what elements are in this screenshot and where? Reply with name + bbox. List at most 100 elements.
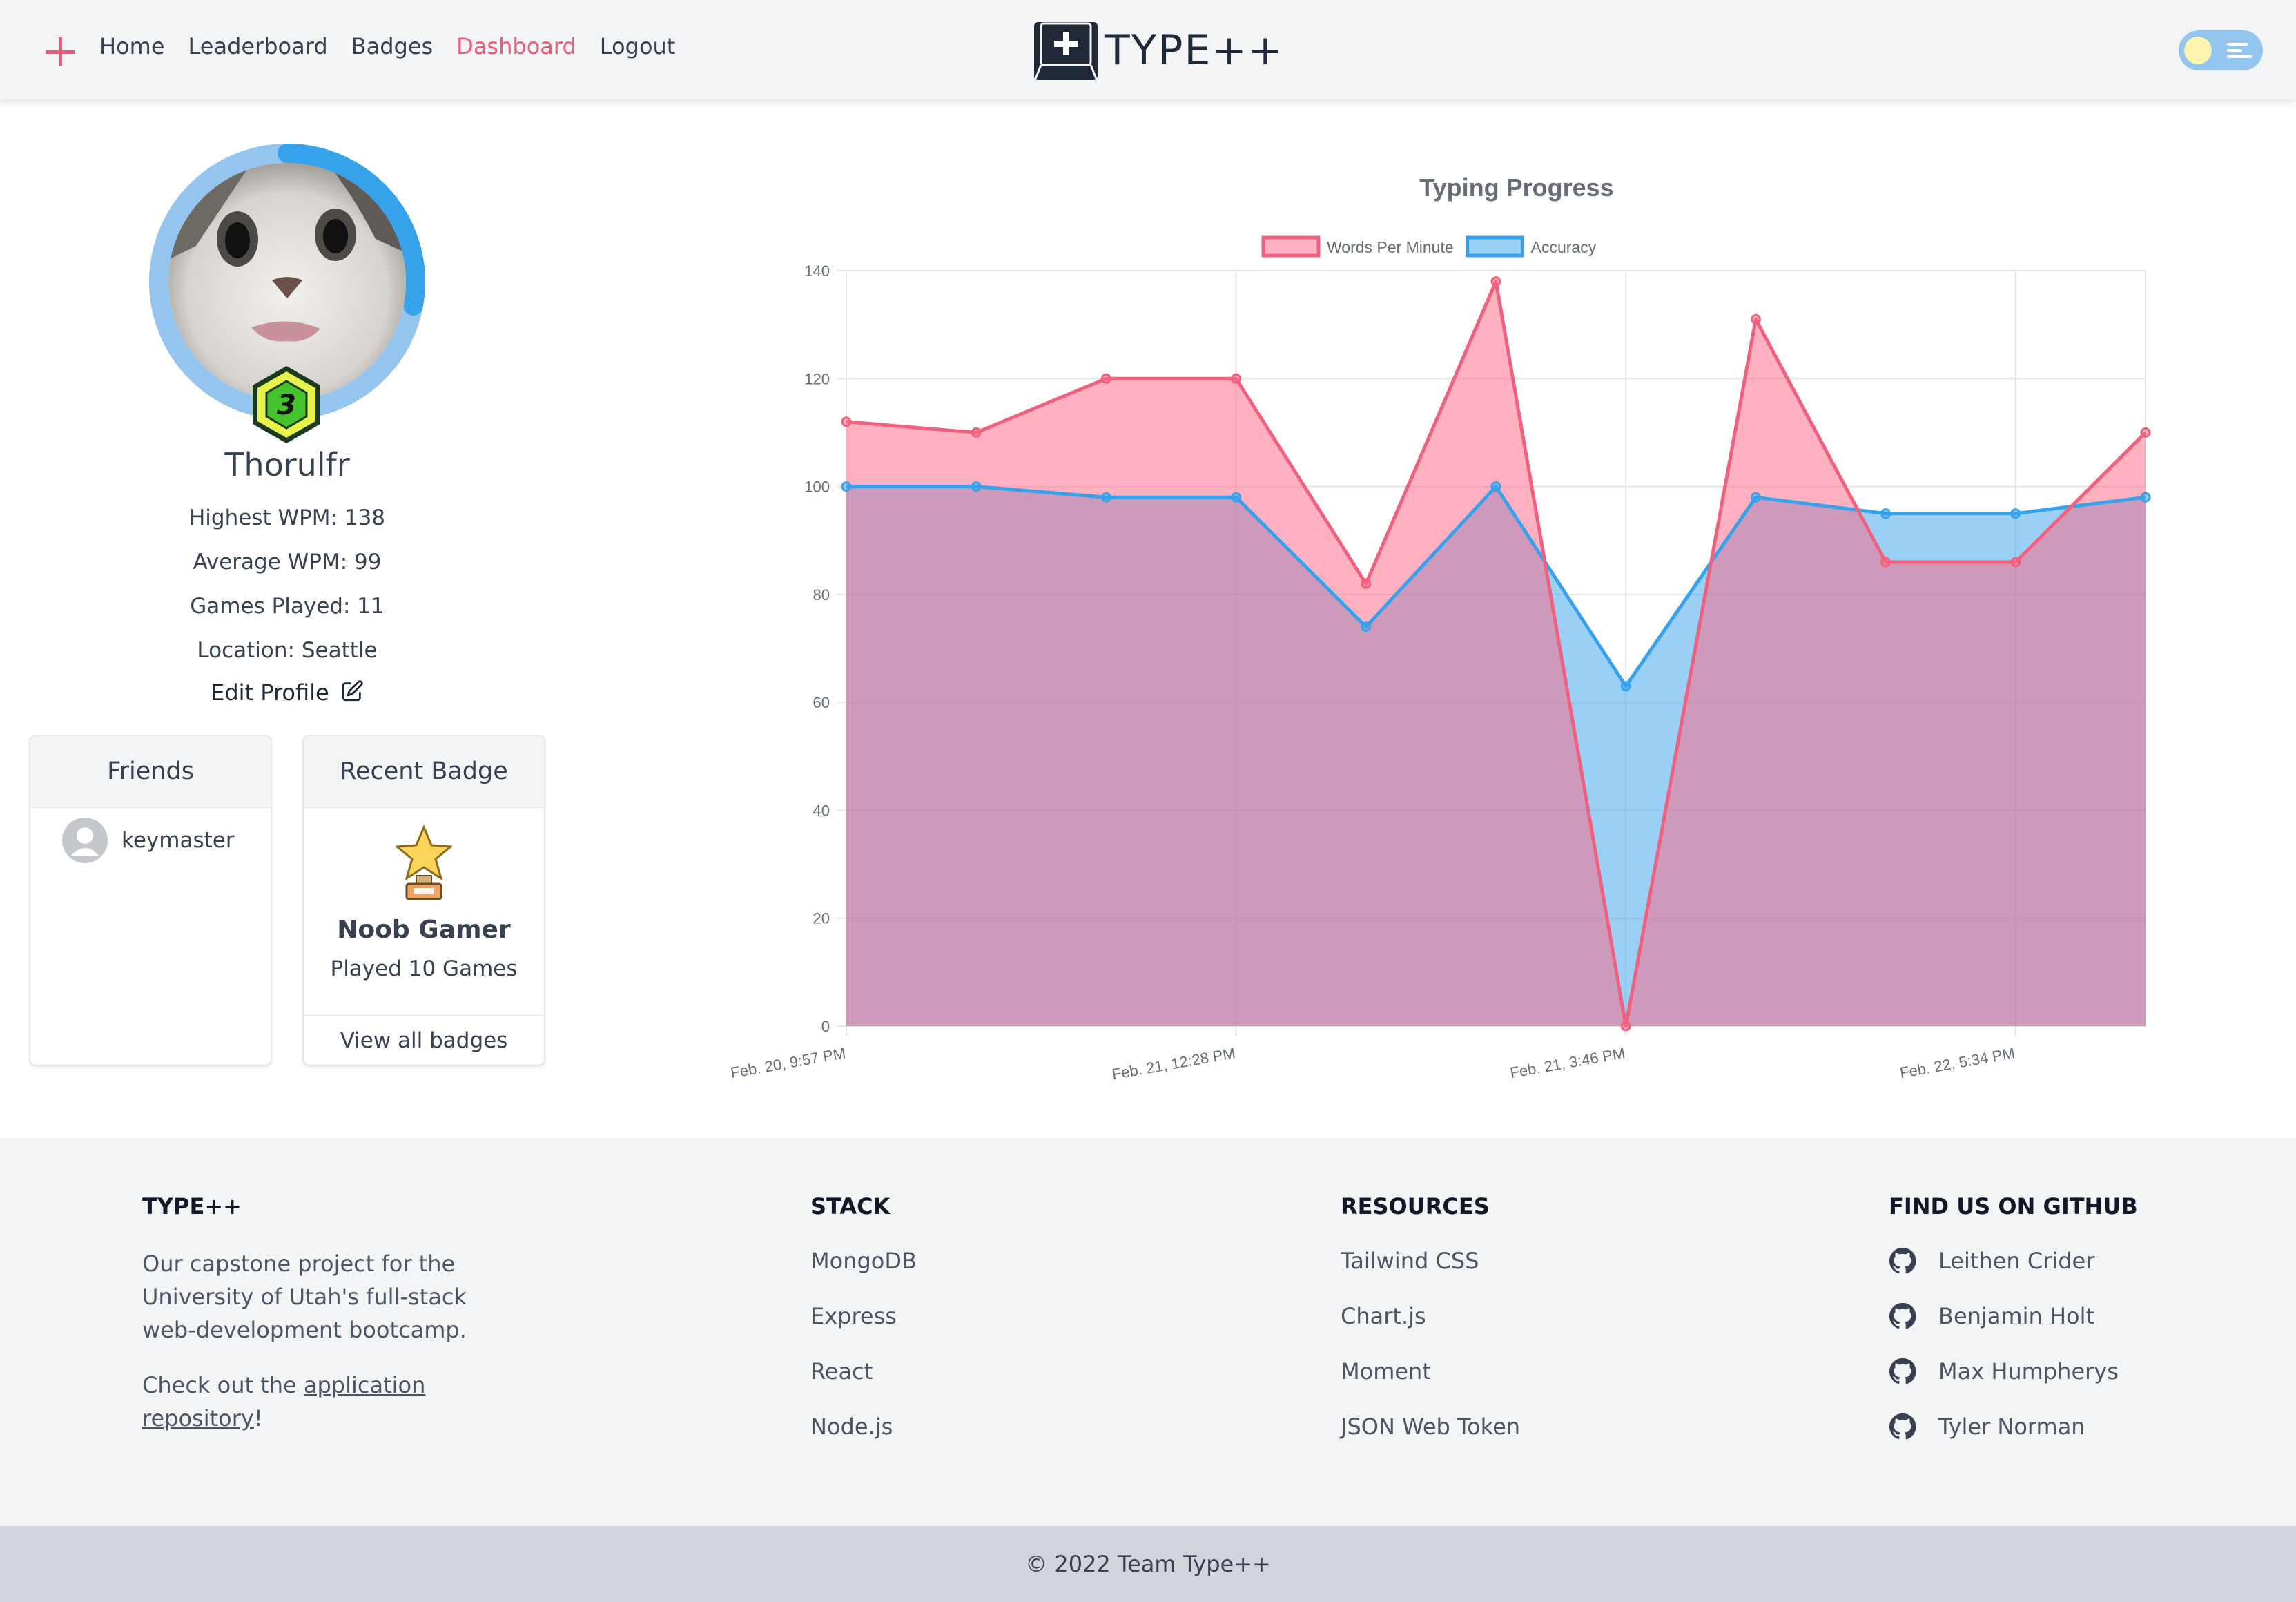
y-tick-label: 60 [813, 694, 830, 711]
plus-icon[interactable] [43, 35, 77, 69]
resource-tailwind[interactable]: Tailwind CSS [1341, 1233, 1520, 1289]
stack-item-mongodb[interactable]: MongoDB [810, 1233, 917, 1289]
friend-item[interactable]: keymaster [30, 808, 271, 863]
nav-link-leaderboard[interactable]: Leaderboard [188, 33, 328, 59]
data-point [2140, 427, 2151, 438]
data-point [1490, 276, 1501, 287]
y-tick-label: 80 [813, 586, 830, 604]
typing-progress-chart: Typing Progress Words Per Minute Accuracy 0… [729, 173, 2151, 1083]
nav-link-home[interactable]: Home [99, 33, 165, 59]
github-link-tyler[interactable]: Tyler Norman [1889, 1399, 2138, 1454]
github-link-leithen[interactable]: Leithen Crider [1889, 1233, 2138, 1289]
nav-link-badges[interactable]: Badges [351, 33, 434, 59]
data-point [2140, 492, 2151, 503]
stat-games-played: Games Played: 11 [190, 594, 385, 619]
data-point [2010, 508, 2021, 519]
y-tick-label: 0 [821, 1018, 830, 1035]
footer-about-text: Our capstone project for the University … [142, 1251, 467, 1343]
footer-github-title: FIND US ON GITHUB [1889, 1193, 2138, 1219]
x-tick-label: Feb. 21, 3:46 PM [1509, 1044, 1627, 1081]
y-tick-label: 100 [804, 479, 830, 496]
badge-description: Played 10 Games [330, 956, 518, 981]
data-point [1361, 621, 1372, 633]
footer: TYPE++ Our capstone project for the Univ… [0, 1138, 2296, 1526]
menu-lines-icon [2227, 43, 2252, 58]
copyright-bar: © 2022 Team Type++ [0, 1526, 2296, 1602]
footer-repo-text: Check out the application repository! [142, 1372, 426, 1431]
copyright-text: © 2022 Team Type++ [1025, 1551, 1271, 1577]
github-icon [1889, 1302, 1916, 1329]
footer-stack-title: STACK [810, 1193, 891, 1219]
logo-text: TYPE++ [1105, 26, 1284, 75]
github-icon [1889, 1247, 1916, 1274]
x-tick-label: Feb. 20, 9:57 PM [729, 1044, 847, 1081]
badge-name: Noob Gamer [337, 916, 511, 944]
legend-swatch [1261, 235, 1321, 258]
data-point [1231, 492, 1242, 503]
github-icon [1889, 1358, 1916, 1384]
data-point [1231, 373, 1242, 384]
data-point [841, 416, 852, 427]
keycap-logo-icon [1034, 22, 1098, 80]
x-tick-label: Feb. 21, 12:28 PM [1111, 1044, 1237, 1083]
stat-location: Location: Seattle [197, 638, 378, 663]
y-tick-label: 40 [813, 802, 830, 819]
data-point [2010, 557, 2021, 568]
top-nav: Home Leaderboard Badges Dashboard Logout… [0, 0, 2296, 99]
data-point [1750, 313, 1761, 325]
nav-link-logout[interactable]: Logout [600, 33, 676, 59]
stack-item-react[interactable]: React [810, 1344, 917, 1399]
stat-average-wpm: Average WPM: 99 [193, 550, 382, 575]
resource-chartjs[interactable]: Chart.js [1341, 1289, 1520, 1344]
stat-highest-wpm: Highest WPM: 138 [188, 505, 386, 530]
profile-avatar: 3 [149, 144, 425, 443]
y-tick-label: 20 [813, 910, 830, 927]
edit-profile-button[interactable]: Edit Profile [0, 679, 574, 706]
user-avatar-icon [62, 818, 108, 863]
data-point [971, 481, 982, 492]
stack-item-express[interactable]: Express [810, 1289, 917, 1344]
footer-resources: RESOURCES Tailwind CSS Chart.js Moment J… [1341, 1193, 1520, 1468]
friend-name: keymaster [121, 828, 235, 853]
data-point [1620, 681, 1631, 692]
site-logo[interactable]: TYPE++ [1033, 19, 1284, 81]
theme-toggle[interactable] [2179, 30, 2263, 70]
trophy-star-icon [394, 824, 454, 900]
legend-swatch [1466, 235, 1525, 258]
github-link-benjamin[interactable]: Benjamin Holt [1889, 1289, 2138, 1344]
resource-jwt[interactable]: JSON Web Token [1341, 1399, 1520, 1454]
y-tick-label: 120 [804, 370, 830, 387]
footer-stack: STACK MongoDB Express React Node.js [810, 1193, 917, 1468]
recent-badge-title: Recent Badge [304, 736, 544, 808]
data-point [1620, 1021, 1631, 1032]
legend-label: Words Per Minute [1327, 238, 1454, 256]
sun-icon [2184, 37, 2212, 64]
github-link-max[interactable]: Max Humpherys [1889, 1344, 2138, 1399]
data-point [1361, 578, 1372, 589]
friends-card: Friends keymaster [29, 735, 272, 1066]
data-point [1490, 481, 1501, 492]
data-point [1100, 492, 1111, 503]
data-point [841, 481, 852, 492]
data-point [1100, 373, 1111, 384]
stack-item-node[interactable]: Node.js [810, 1399, 917, 1454]
data-point [971, 427, 982, 438]
footer-resources-title: RESOURCES [1341, 1193, 1490, 1219]
data-point [1750, 492, 1761, 503]
recent-badge-card: Recent Badge Noob Gamer Played 10 Games … [302, 735, 545, 1066]
data-point [1880, 557, 1891, 568]
area-fill [846, 281, 2146, 1027]
x-tick-label: Feb. 22, 5:34 PM [1898, 1044, 2016, 1081]
data-point [1880, 508, 1891, 519]
level-badge-icon: 3 [253, 366, 320, 443]
nav-link-dashboard[interactable]: Dashboard [456, 33, 576, 59]
nav-links: Home Leaderboard Badges Dashboard Logout [99, 33, 675, 59]
view-all-badges-link[interactable]: View all badges [304, 1015, 544, 1065]
edit-profile-label: Edit Profile [211, 679, 329, 706]
legend-label: Accuracy [1531, 238, 1597, 256]
svg-text:3: 3 [277, 389, 296, 421]
y-tick-label: 140 [804, 262, 830, 280]
footer-about: TYPE++ Our capstone project for the Univ… [142, 1193, 467, 1435]
resource-moment[interactable]: Moment [1341, 1344, 1520, 1399]
profile-username: Thorulfr [224, 446, 350, 483]
